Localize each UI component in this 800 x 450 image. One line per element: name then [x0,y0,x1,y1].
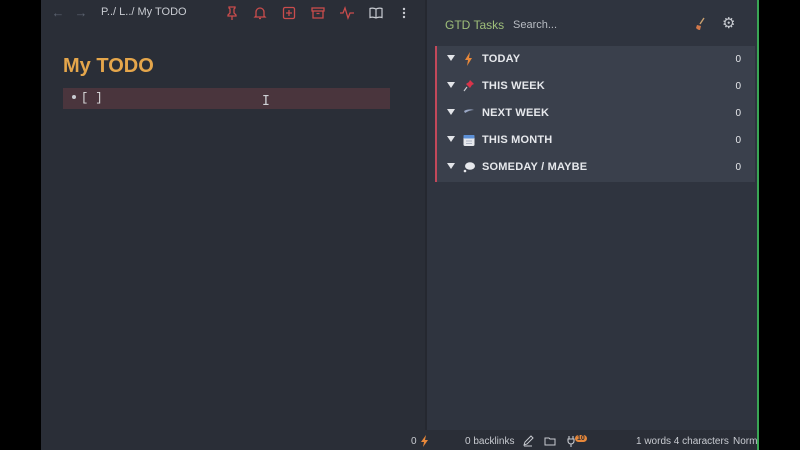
pushpin-icon [463,79,475,93]
editor-pane: ← → P../ L../ My TODO My TODO [] I [41,0,425,450]
chevron-down-icon[interactable] [447,82,455,88]
section-someday-maybe[interactable]: SOMEDAY / MAYBE 0 [437,154,755,181]
breadcrumb[interactable]: P../ L../ My TODO [101,6,187,18]
window-edge-accent [757,0,759,450]
pencil-icon[interactable] [522,435,534,447]
back-arrow-icon[interactable]: ← [51,6,65,20]
gtd-sections: TODAY 0 THIS WEEK 0 NEXT WEEK 0 THIS MON… [435,46,755,182]
chevron-down-icon[interactable] [447,136,455,142]
gtd-search-input[interactable] [513,16,663,34]
lightning-icon [463,52,475,66]
folder-icon[interactable] [544,435,556,447]
app-window: ← → P../ L../ My TODO My TODO [] I GTD … [41,0,758,450]
section-count: 0 [735,81,741,92]
section-this-week[interactable]: THIS WEEK 0 [437,73,755,100]
activity-icon[interactable] [339,5,355,21]
document-title: My TODO [63,55,154,77]
section-label: TODAY [482,53,521,65]
list-bullet [72,95,76,99]
chevron-down-icon[interactable] [447,163,455,169]
thought-bubble-icon [463,160,475,174]
gtd-panel: GTD Tasks ⚙ TODAY 0 THIS WEEK 0 NEXT WE [427,0,758,450]
section-today[interactable]: TODAY 0 [437,46,755,73]
text-cursor-icon: I [262,94,270,109]
broom-icon[interactable] [694,17,708,31]
gear-icon[interactable]: ⚙ [722,16,738,32]
chevron-down-icon[interactable] [447,109,455,115]
section-label: SOMEDAY / MAYBE [482,161,588,173]
active-line-highlight[interactable] [63,88,390,109]
section-count: 0 [735,108,741,119]
status-bar: 0 0 backlinks 10 1 words 4 characters No… [401,430,758,450]
checkbox-line-text[interactable]: [ ] [81,91,103,105]
pin-icon[interactable] [224,5,240,21]
section-count: 0 [735,135,741,146]
section-next-week[interactable]: NEXT WEEK 0 [437,100,755,127]
section-count: 0 [735,162,741,173]
tasks-count[interactable]: 0 [411,436,417,447]
gtd-panel-title: GTD Tasks [445,18,505,32]
more-vertical-icon[interactable] [396,5,412,21]
feather-icon [463,106,475,120]
backlinks-count[interactable]: 0 backlinks [465,436,514,447]
section-count: 0 [735,54,741,65]
section-this-month[interactable]: THIS MONTH 0 [437,127,755,154]
book-open-icon[interactable] [368,5,384,21]
calendar-icon [463,133,475,147]
plugin-badge: 10 [575,435,587,442]
lightning-icon [419,435,431,447]
section-label: THIS WEEK [482,80,545,92]
section-label: NEXT WEEK [482,107,550,119]
archive-icon[interactable] [310,5,326,21]
word-count: 1 words 4 characters [636,436,729,447]
add-box-icon[interactable] [281,5,297,21]
editor-toolbar: ← → P../ L../ My TODO [41,0,425,26]
editor-mode[interactable]: Normal Mode [733,436,758,447]
forward-arrow-icon[interactable]: → [74,6,88,20]
bell-icon[interactable] [252,5,268,21]
section-label: THIS MONTH [482,134,553,146]
chevron-down-icon[interactable] [447,55,455,61]
